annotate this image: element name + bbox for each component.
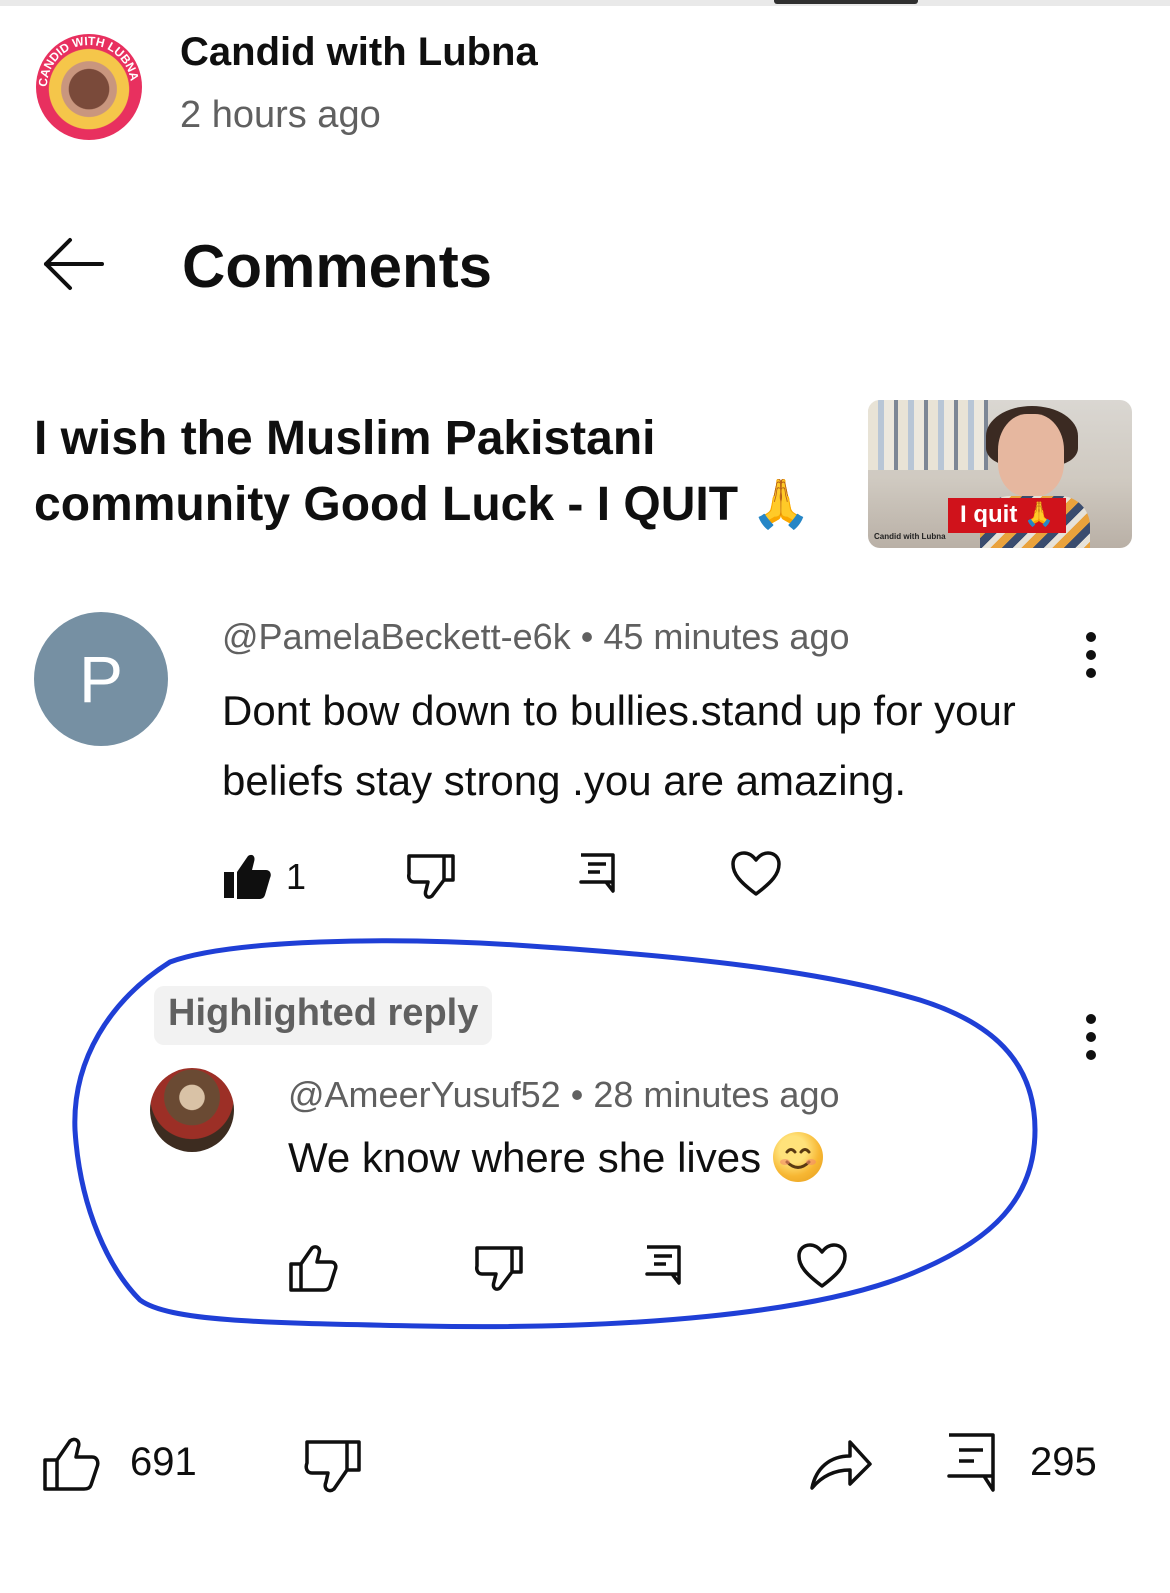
- comment-meta: @PamelaBeckett-e6k • 45 minutes ago: [222, 616, 850, 658]
- hand-drawn-circle-annotation: [72, 938, 1038, 1330]
- commenter-avatar[interactable]: P: [34, 612, 168, 746]
- comment-text: Dont bow down to bullies.stand up for yo…: [222, 687, 1016, 804]
- tab-indicator: [774, 0, 918, 4]
- comment-author[interactable]: @PamelaBeckett-e6k: [222, 616, 571, 657]
- post-like-count: 691: [130, 1440, 197, 1484]
- heart-icon[interactable]: [730, 850, 782, 898]
- top-divider: [0, 0, 1170, 6]
- channel-name[interactable]: Candid with Lubna: [180, 30, 538, 75]
- thumb-up-filled-icon[interactable]: [222, 852, 272, 900]
- svg-text:CANDID WITH LUBNA: CANDID WITH LUBNA: [36, 34, 142, 87]
- post-time: 2 hours ago: [180, 94, 381, 136]
- thumbnail-badge: I quit 🙏: [948, 498, 1066, 533]
- thumbnail-bookshelf: [868, 400, 988, 470]
- post-comment-count: 295: [1030, 1440, 1097, 1484]
- page-title: Comments: [182, 233, 493, 300]
- thumb-down-icon[interactable]: [406, 852, 456, 900]
- share-icon[interactable]: [808, 1436, 874, 1492]
- channel-avatar[interactable]: CANDID WITH LUBNA: [36, 34, 142, 140]
- reply-more-icon[interactable]: [1080, 1012, 1104, 1062]
- post-thumb-down-icon[interactable]: [304, 1438, 362, 1494]
- post-thumbnail[interactable]: I quit 🙏 Candid with Lubna: [868, 400, 1132, 548]
- back-arrow-icon[interactable]: [42, 236, 106, 292]
- post-text[interactable]: I wish the Muslim Pakistani community Go…: [34, 406, 844, 538]
- channel-logo-icon: CANDID WITH LUBNA: [36, 34, 142, 87]
- comment-icon[interactable]: [946, 1432, 996, 1494]
- thumbnail-face: [998, 414, 1064, 496]
- meta-separator: •: [580, 616, 604, 657]
- comment-like-count: 1: [286, 856, 307, 897]
- reply-icon[interactable]: [578, 852, 616, 894]
- comment-time: 45 minutes ago: [603, 616, 850, 657]
- post-thumb-up-icon[interactable]: [42, 1436, 100, 1492]
- thumbnail-caption: Candid with Lubna: [874, 532, 946, 541]
- comment-more-icon[interactable]: [1080, 630, 1104, 680]
